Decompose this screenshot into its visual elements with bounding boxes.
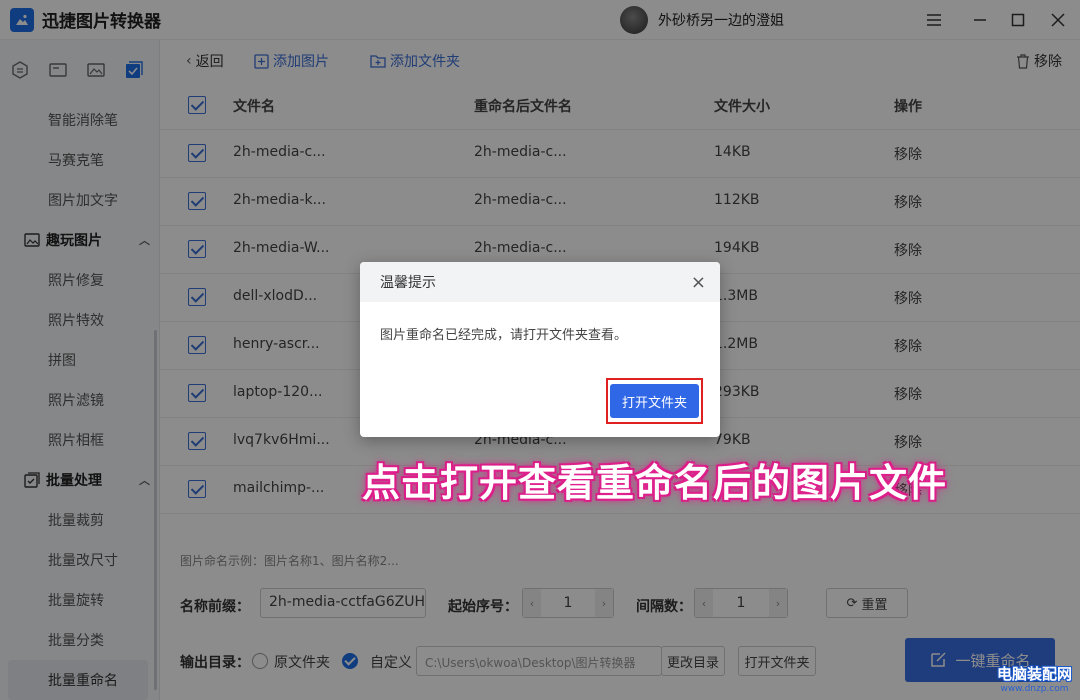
callout-annotation: 点击打开查看重命名后的图片文件 (362, 461, 948, 505)
dialog-message: 图片重命名已经完成，请打开文件夹查看。 (380, 328, 628, 343)
watermark-url: www.dnzp.com (1000, 684, 1069, 694)
watermark-main: 电脑装配网 (996, 665, 1072, 683)
dialog-title: 温馨提示 (380, 275, 436, 291)
open-folder-dialog-button[interactable]: 打开文件夹 (610, 384, 699, 418)
notice-dialog: 温馨提示 × 图片重命名已经完成，请打开文件夹查看。 打开文件夹 (360, 262, 720, 437)
dialog-header: 温馨提示 (360, 262, 720, 302)
watermark: 电脑装配网 www.dnzp.com (997, 663, 1072, 694)
dialog-close-icon[interactable]: × (691, 272, 706, 293)
